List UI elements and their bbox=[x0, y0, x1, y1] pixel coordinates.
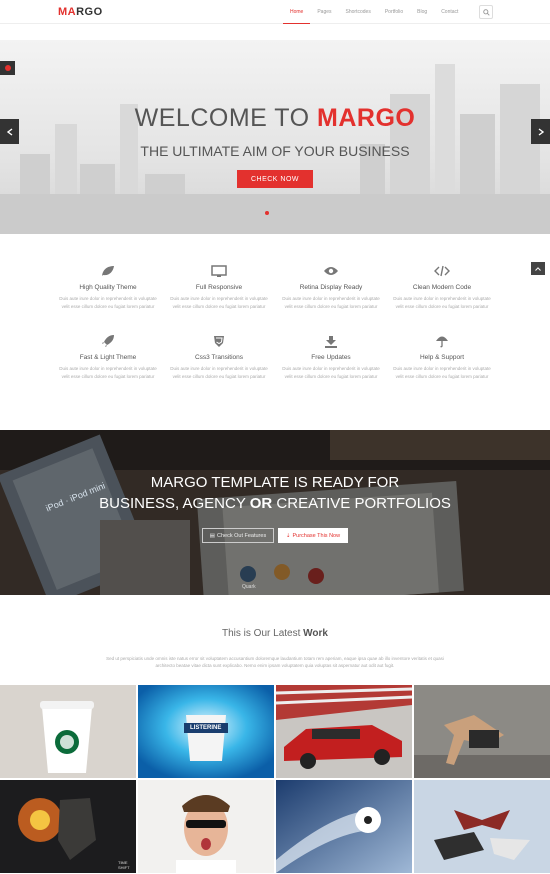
search-button[interactable] bbox=[479, 5, 493, 19]
portfolio-tile-car[interactable] bbox=[276, 685, 412, 778]
work-intro-text: Sed ut perspiciatis unde omnis iste natu… bbox=[106, 656, 444, 668]
feature-title: Free Updates bbox=[311, 354, 351, 361]
features-section: High Quality Theme Duis aute irure dolor… bbox=[0, 234, 550, 430]
download-icon bbox=[325, 335, 337, 348]
feature-item: Free Updates Duis aute irure dolor in re… bbox=[276, 334, 386, 381]
hero-slider: WELCOME TO MARGO THE ULTIMATE AIM OF YOU… bbox=[0, 40, 550, 234]
feature-item: Fast & Light Theme Duis aute irure dolor… bbox=[53, 334, 163, 381]
feature-item: Retina Display Ready Duis aute irure dol… bbox=[276, 264, 386, 311]
portfolio-tile-listerine[interactable]: LISTERINE bbox=[138, 685, 274, 778]
hero-subtitle: THE ULTIMATE AIM OF YOUR BUSINESS bbox=[140, 143, 410, 159]
listerine-image bbox=[138, 685, 274, 778]
coffee-cup-image bbox=[0, 685, 136, 778]
guy-sunglasses-image bbox=[138, 780, 274, 873]
red-car-image bbox=[276, 685, 412, 778]
chevron-up-icon bbox=[535, 266, 541, 271]
portfolio-tile-skydivers[interactable] bbox=[414, 780, 550, 873]
eye-icon bbox=[324, 267, 338, 275]
main-nav: Home Pages Shortcodes Portfolio Blog Con… bbox=[283, 0, 465, 24]
feature-title: Css3 Transitions bbox=[194, 354, 244, 361]
chevron-right-icon bbox=[538, 127, 544, 136]
explosion-portrait-image bbox=[0, 780, 136, 873]
feature-item: Css3 Transitions Duis aute irure dolor i… bbox=[164, 334, 274, 381]
feature-text: Duis aute irure dolor in reprehenderit i… bbox=[59, 296, 157, 309]
nav-portfolio[interactable]: Portfolio bbox=[378, 0, 410, 24]
feature-title: Help & Support bbox=[419, 354, 465, 361]
rocket-icon bbox=[102, 335, 114, 347]
search-icon bbox=[482, 8, 490, 16]
feature-item: Help & Support Duis aute irure dolor in … bbox=[387, 334, 497, 381]
desk-photo-background bbox=[0, 430, 550, 595]
nav-pages[interactable]: Pages bbox=[310, 0, 338, 24]
feature-title: Fast & Light Theme bbox=[79, 354, 137, 361]
code-icon bbox=[434, 265, 450, 277]
chevron-left-icon bbox=[6, 127, 12, 136]
purchase-button[interactable]: ⇣ Purchase This Now bbox=[278, 528, 348, 543]
feature-text: Duis aute irure dolor in reprehenderit i… bbox=[59, 366, 157, 379]
nav-contact[interactable]: Contact bbox=[434, 0, 465, 24]
back-to-top-button[interactable] bbox=[531, 262, 545, 275]
nav-shortcodes[interactable]: Shortcodes bbox=[339, 0, 378, 24]
slider-next-button[interactable] bbox=[531, 119, 550, 144]
skydivers-image bbox=[414, 780, 550, 873]
css3-icon bbox=[214, 335, 224, 347]
promo-banner: iPod · iPod mini Quark MARGO TEMPLATE IS… bbox=[0, 430, 550, 595]
style-switcher-button[interactable] bbox=[0, 61, 15, 75]
portfolio-tile-soccer[interactable] bbox=[276, 780, 412, 873]
work-title: This is Our Latest Work bbox=[222, 628, 328, 639]
list-icon: ▤ bbox=[209, 532, 215, 539]
portfolio-tile-coffee[interactable] bbox=[0, 685, 136, 778]
feature-title: Full Responsive bbox=[195, 284, 243, 291]
promo-subheading: BUSINESS, AGENCY OR CREATIVE PORTFOLIOS bbox=[99, 495, 451, 512]
feature-item: Clean Modern Code Duis aute irure dolor … bbox=[387, 264, 497, 311]
portfolio-tile-explosion[interactable]: TIME SHIFT bbox=[0, 780, 136, 873]
portfolio-tile-guy[interactable] bbox=[138, 780, 274, 873]
listerine-label: LISTERINE bbox=[190, 725, 222, 731]
feature-text: Duis aute irure dolor in reprehenderit i… bbox=[393, 296, 491, 309]
feature-text: Duis aute irure dolor in reprehenderit i… bbox=[282, 296, 380, 309]
leaf-icon bbox=[102, 266, 114, 276]
site-header: MARGO Home Pages Shortcodes Portfolio Bl… bbox=[0, 0, 550, 24]
check-now-button[interactable]: CHECK NOW bbox=[237, 170, 313, 188]
gear-icon bbox=[4, 65, 11, 71]
photo-quark-label: Quark bbox=[242, 584, 256, 590]
feature-text: Duis aute irure dolor in reprehenderit i… bbox=[282, 366, 380, 379]
feature-item: Full Responsive Duis aute irure dolor in… bbox=[164, 264, 274, 311]
soccer-ball-image bbox=[276, 780, 412, 873]
desktop-icon bbox=[211, 264, 227, 277]
breakdancer-image bbox=[414, 685, 550, 778]
feature-text: Duis aute irure dolor in reprehenderit i… bbox=[170, 296, 268, 309]
feature-text: Duis aute irure dolor in reprehenderit i… bbox=[170, 366, 268, 379]
time-shift-label: TIME SHIFT bbox=[118, 860, 130, 870]
hero-title: WELCOME TO MARGO bbox=[134, 104, 416, 132]
feature-title: Clean Modern Code bbox=[412, 284, 472, 291]
nav-home[interactable]: Home bbox=[283, 0, 311, 24]
portfolio-tile-breakdancer[interactable] bbox=[414, 685, 550, 778]
promo-heading: MARGO TEMPLATE IS READY FOR bbox=[150, 474, 400, 491]
feature-item: High Quality Theme Duis aute irure dolor… bbox=[53, 264, 163, 311]
slider-dot[interactable] bbox=[265, 211, 269, 215]
slider-prev-button[interactable] bbox=[0, 119, 19, 144]
nav-blog[interactable]: Blog bbox=[410, 0, 434, 24]
download-icon: ⇣ bbox=[285, 532, 291, 539]
feature-text: Duis aute irure dolor in reprehenderit i… bbox=[393, 366, 491, 379]
umbrella-icon bbox=[436, 336, 448, 348]
check-features-button[interactable]: ▤ Check Out Features bbox=[202, 528, 274, 543]
feature-title: High Quality Theme bbox=[79, 284, 137, 291]
logo[interactable]: MARGO bbox=[58, 6, 103, 18]
feature-title: Retina Display Ready bbox=[299, 284, 363, 291]
